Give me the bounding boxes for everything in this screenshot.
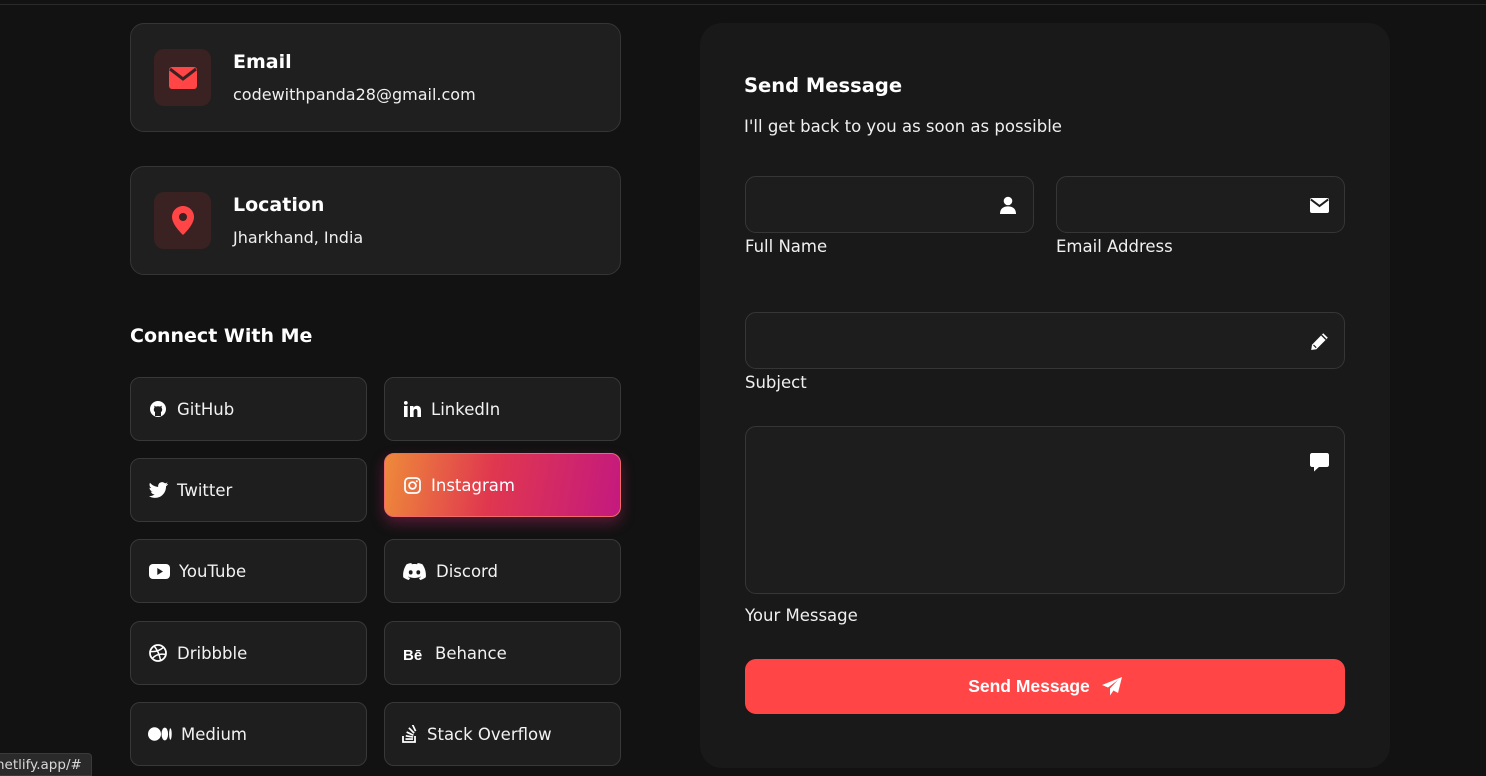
behance-icon: Bē	[402, 643, 426, 663]
medium-link[interactable]: Medium	[130, 702, 367, 766]
twitter-link[interactable]: Twitter	[130, 458, 367, 522]
comment-icon	[1308, 451, 1330, 473]
twitter-label: Twitter	[177, 480, 233, 500]
email-title: Email	[233, 51, 292, 73]
envelope-icon	[1308, 194, 1330, 216]
status-bar-url: netlify.app/#	[0, 753, 92, 776]
discord-label: Discord	[436, 561, 499, 581]
twitter-icon	[148, 480, 168, 500]
email-address-field[interactable]	[1056, 176, 1345, 233]
medium-icon	[148, 724, 172, 744]
discord-link[interactable]: Discord	[384, 539, 621, 603]
github-icon	[148, 399, 168, 419]
stack-overflow-link[interactable]: Stack Overflow	[384, 702, 621, 766]
message-field[interactable]	[745, 426, 1345, 594]
subject-label: Subject	[745, 373, 807, 392]
svg-text:Bē: Bē	[403, 647, 422, 661]
stack-overflow-label: Stack Overflow	[427, 724, 552, 744]
dribbble-link[interactable]: Dribbble	[130, 621, 367, 685]
form-subtitle: I'll get back to you as soon as possible	[744, 117, 1062, 136]
linkedin-link[interactable]: LinkedIn	[384, 377, 621, 441]
message-label: Your Message	[745, 606, 858, 625]
form-title: Send Message	[744, 74, 903, 97]
location-value: Jharkhand, India	[233, 228, 364, 247]
location-title: Location	[233, 194, 325, 216]
behance-link[interactable]: Bē Behance	[384, 621, 621, 685]
youtube-icon	[148, 561, 170, 581]
pencil-icon	[1308, 330, 1330, 352]
subject-field[interactable]	[745, 312, 1345, 369]
youtube-link[interactable]: YouTube	[130, 539, 367, 603]
stack-overflow-icon	[402, 724, 418, 744]
behance-label: Behance	[435, 643, 507, 663]
location-card: Location Jharkhand, India	[130, 166, 621, 275]
medium-label: Medium	[181, 724, 247, 744]
email-card: Email codewithpanda28@gmail.com	[130, 23, 621, 132]
linkedin-icon	[402, 399, 422, 419]
github-link[interactable]: GitHub	[130, 377, 367, 441]
instagram-link[interactable]: Instagram	[384, 453, 621, 517]
instagram-label: Instagram	[431, 475, 515, 495]
paper-plane-icon	[1101, 677, 1122, 696]
email-address-label: Email Address	[1056, 237, 1173, 256]
youtube-label: YouTube	[179, 561, 247, 581]
envelope-icon	[154, 49, 211, 106]
discord-icon	[402, 561, 426, 581]
dribbble-icon	[148, 643, 168, 663]
linkedin-label: LinkedIn	[431, 399, 501, 419]
dribbble-label: Dribbble	[177, 643, 248, 663]
send-message-label: Send Message	[968, 676, 1090, 696]
contact-form: Send Message I'll get back to you as soo…	[700, 23, 1390, 768]
send-message-button[interactable]: Send Message	[745, 659, 1345, 714]
full-name-field[interactable]	[745, 176, 1034, 233]
user-icon	[997, 194, 1019, 216]
instagram-icon	[402, 475, 422, 495]
full-name-label: Full Name	[745, 237, 828, 256]
connect-heading: Connect With Me	[130, 325, 313, 347]
github-label: GitHub	[177, 399, 235, 419]
email-value[interactable]: codewithpanda28@gmail.com	[233, 85, 476, 104]
top-divider	[0, 0, 1486, 5]
map-pin-icon	[154, 192, 211, 249]
